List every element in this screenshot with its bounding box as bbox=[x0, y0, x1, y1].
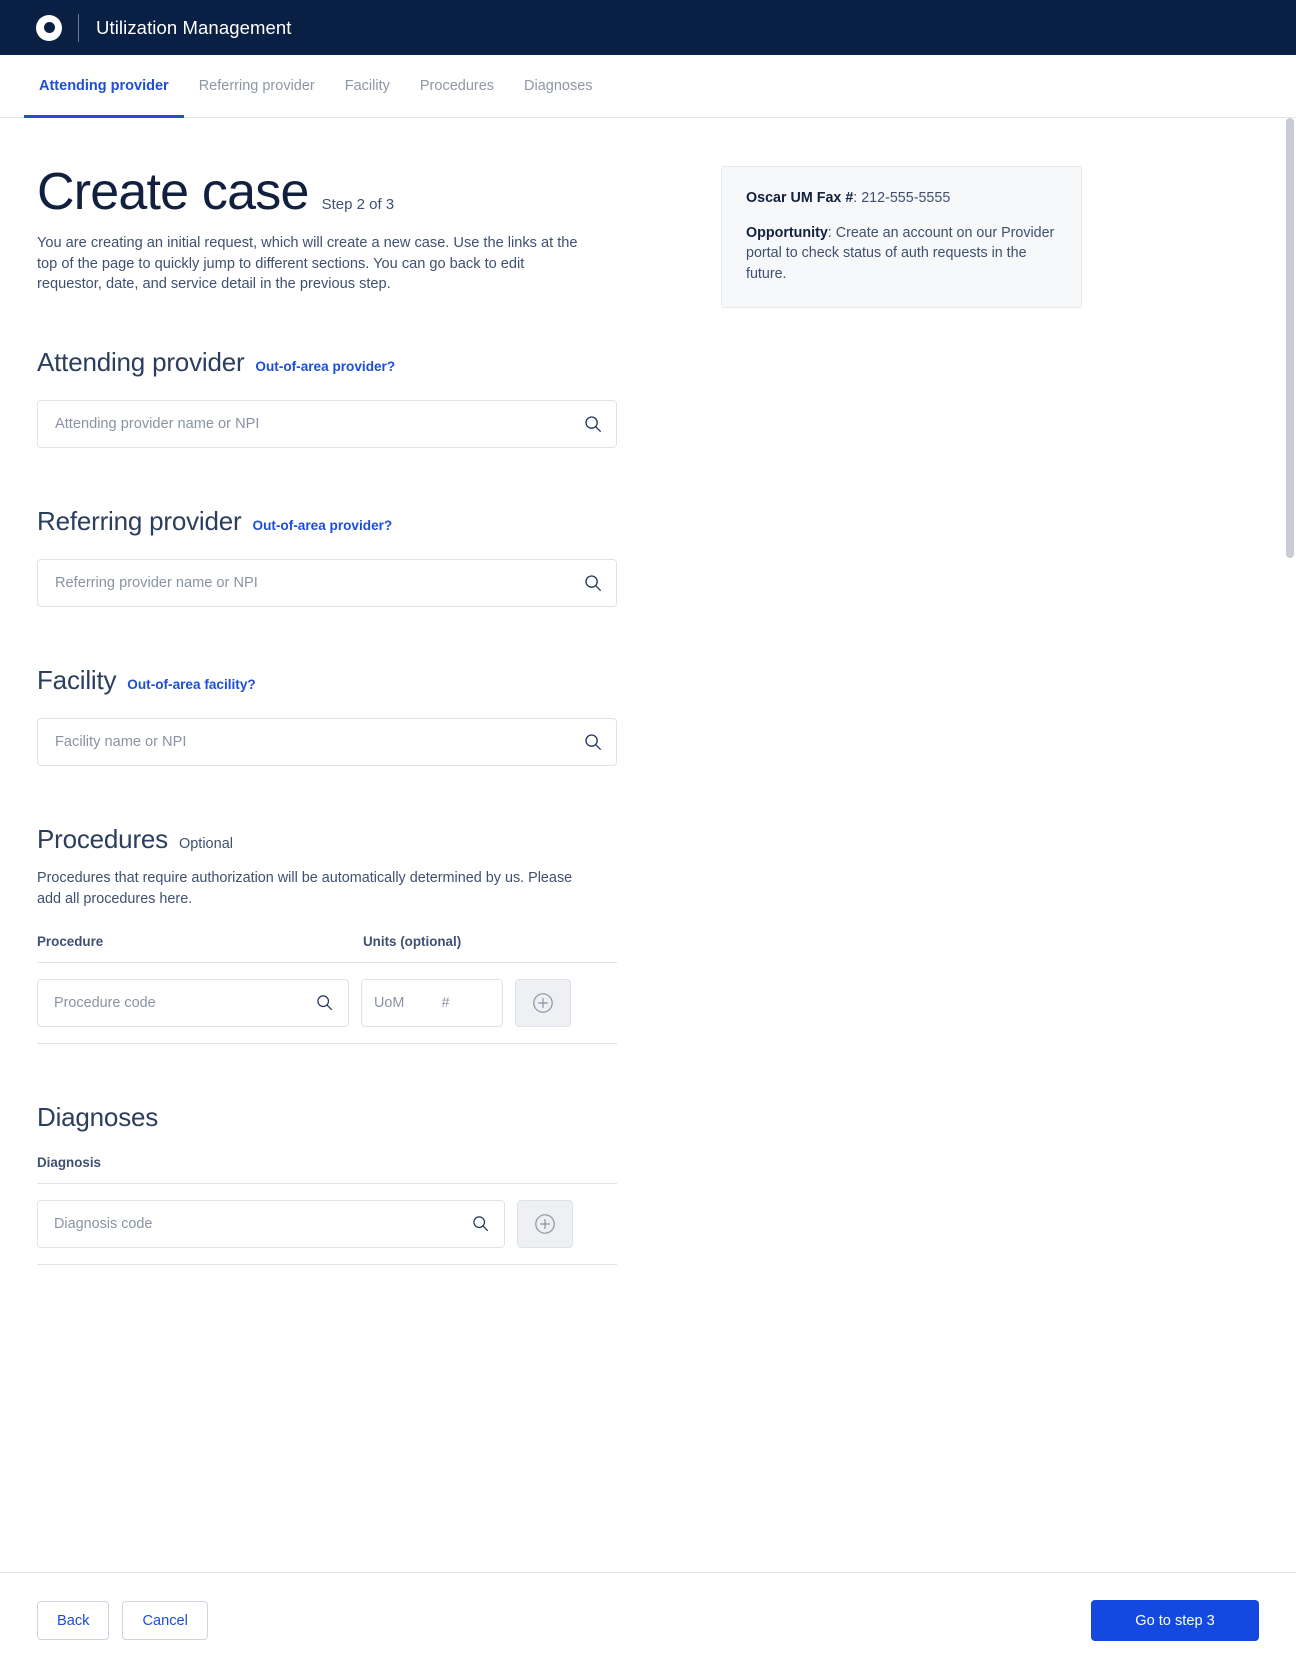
section-title: Facility bbox=[37, 665, 117, 696]
tab-label: Procedures bbox=[419, 78, 495, 94]
form-column: Create case Step 2 of 3 You are creating… bbox=[37, 163, 617, 1265]
plus-circle-icon bbox=[534, 1213, 556, 1235]
oscar-circle-logo-icon bbox=[36, 14, 62, 41]
tab-label: Facility bbox=[344, 78, 390, 94]
procedures-table: Procedure Units (optional) bbox=[37, 934, 617, 1044]
section-attending-provider: Attending provider Out-of-area provider? bbox=[37, 347, 617, 449]
procedures-description: Procedures that require authorization wi… bbox=[37, 870, 573, 908]
facility-input[interactable] bbox=[38, 719, 616, 766]
fax-value: 212-555-5555 bbox=[861, 190, 951, 206]
attending-provider-field[interactable] bbox=[37, 400, 617, 449]
action-footer: Back Cancel Go to step 3 bbox=[0, 1572, 1296, 1668]
diagnosis-code-field[interactable] bbox=[37, 1199, 505, 1248]
optional-label: Optional bbox=[178, 836, 233, 853]
section-referring-provider: Referring provider Out-of-area provider? bbox=[37, 506, 617, 608]
tab-label: Diagnoses bbox=[524, 78, 593, 94]
attending-provider-input[interactable] bbox=[38, 401, 616, 448]
cancel-button[interactable]: Cancel bbox=[122, 1601, 208, 1640]
procedure-quantity-input[interactable] bbox=[429, 979, 502, 1026]
referring-provider-input[interactable] bbox=[38, 560, 616, 607]
tab-facility[interactable]: Facility bbox=[330, 55, 405, 117]
add-procedure-button[interactable] bbox=[515, 978, 571, 1027]
add-diagnosis-button[interactable] bbox=[517, 1199, 573, 1248]
section-heading-row: Diagnoses bbox=[37, 1102, 617, 1133]
out-of-area-provider-link[interactable]: Out-of-area provider? bbox=[255, 359, 395, 374]
section-title: Procedures bbox=[37, 824, 168, 855]
section-diagnoses: Diagnoses Diagnosis bbox=[37, 1102, 617, 1265]
procedure-row bbox=[37, 963, 617, 1044]
top-app-bar: Utilization Management bbox=[0, 0, 1296, 55]
diagnoses-table-header: Diagnosis bbox=[37, 1155, 617, 1184]
column-header-units: Units (optional) bbox=[363, 933, 462, 949]
tab-procedures[interactable]: Procedures bbox=[405, 55, 509, 117]
section-heading-row: Facility Out-of-area facility? bbox=[37, 665, 617, 696]
section-procedures: Procedures Optional Procedures that requ… bbox=[37, 824, 617, 1044]
tab-label: Referring provider bbox=[198, 78, 315, 94]
app-root: Utilization Management Attending provide… bbox=[0, 0, 1296, 1668]
section-title: Referring provider bbox=[37, 506, 242, 537]
procedures-table-header: Procedure Units (optional) bbox=[37, 934, 617, 963]
section-title: Diagnoses bbox=[37, 1101, 159, 1132]
tab-diagnoses[interactable]: Diagnoses bbox=[509, 55, 608, 117]
procedure-code-field[interactable] bbox=[37, 978, 349, 1027]
go-to-step-3-button[interactable]: Go to step 3 bbox=[1091, 1600, 1259, 1641]
diagnoses-table: Diagnosis bbox=[37, 1155, 617, 1265]
tab-attending-provider[interactable]: Attending provider bbox=[24, 55, 184, 118]
tab-referring-provider[interactable]: Referring provider bbox=[184, 55, 330, 117]
diagnosis-code-input[interactable] bbox=[38, 1200, 504, 1247]
info-card: Oscar UM Fax #: 212-555-5555 Opportunity… bbox=[721, 166, 1082, 308]
app-title: Utilization Management bbox=[96, 16, 292, 38]
step-indicator: Step 2 of 3 bbox=[321, 196, 395, 213]
plus-circle-icon bbox=[532, 992, 554, 1014]
section-heading-row: Procedures Optional bbox=[37, 824, 617, 855]
procedure-units-group[interactable] bbox=[361, 978, 503, 1027]
fax-info-line: Oscar UM Fax #: 212-555-5555 bbox=[746, 188, 1057, 209]
footer-left-actions: Back Cancel bbox=[37, 1601, 208, 1640]
page-scrollbar[interactable] bbox=[1286, 118, 1294, 1569]
tab-label: Attending provider bbox=[39, 78, 169, 94]
info-column: Oscar UM Fax #: 212-555-5555 Opportunity… bbox=[721, 166, 1082, 308]
procedure-uom-input[interactable] bbox=[362, 979, 430, 1026]
diagnosis-row bbox=[37, 1184, 617, 1265]
back-button[interactable]: Back bbox=[37, 1601, 110, 1640]
page-intro-text: You are creating an initial request, whi… bbox=[37, 235, 578, 293]
referring-provider-field[interactable] bbox=[37, 559, 617, 608]
opportunity-info-line: Opportunity: Create an account on our Pr… bbox=[746, 223, 1057, 285]
out-of-area-provider-link[interactable]: Out-of-area provider? bbox=[253, 518, 393, 533]
page-title-row: Create case Step 2 of 3 bbox=[37, 163, 617, 221]
section-heading-row: Attending provider Out-of-area provider? bbox=[37, 347, 617, 378]
page-title: Create case bbox=[37, 163, 309, 221]
section-facility: Facility Out-of-area facility? bbox=[37, 665, 617, 767]
section-nav-tabs: Attending provider Referring provider Fa… bbox=[0, 55, 1296, 118]
column-header-diagnosis: Diagnosis bbox=[37, 1154, 101, 1170]
opportunity-label: Opportunity bbox=[746, 224, 828, 241]
section-heading-row: Referring provider Out-of-area provider? bbox=[37, 506, 617, 537]
fax-label: Oscar UM Fax # bbox=[746, 190, 854, 206]
out-of-area-facility-link[interactable]: Out-of-area facility? bbox=[127, 677, 255, 692]
opportunity-separator: : bbox=[827, 224, 836, 241]
facility-field[interactable] bbox=[37, 718, 617, 767]
scrollbar-thumb[interactable] bbox=[1286, 118, 1294, 558]
section-title: Attending provider bbox=[37, 347, 245, 378]
column-header-procedure: Procedure bbox=[37, 933, 104, 949]
procedure-code-input[interactable] bbox=[38, 979, 348, 1026]
brand-divider bbox=[78, 13, 79, 42]
